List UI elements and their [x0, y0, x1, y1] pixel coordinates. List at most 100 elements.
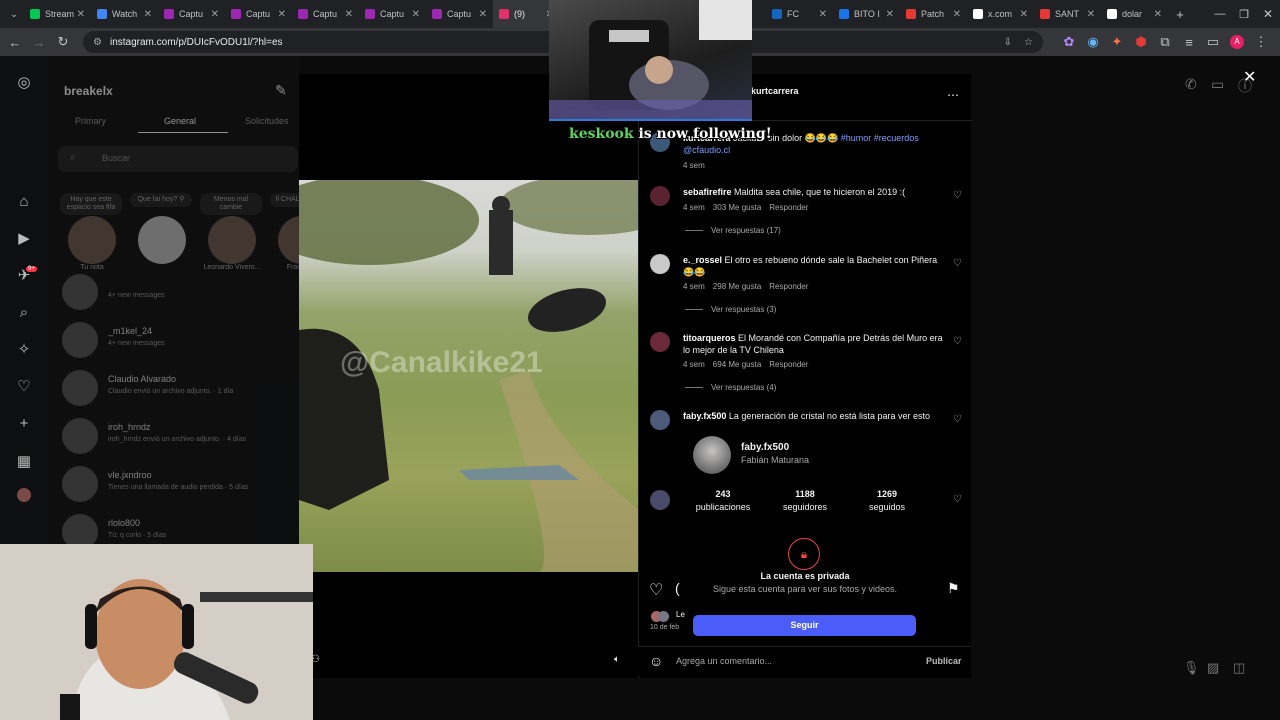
tab-close-icon[interactable]: ✕ [1154, 9, 1162, 20]
emoji-icon[interactable]: ☺ [649, 653, 663, 669]
extension-1-icon[interactable]: ✿ [1057, 30, 1081, 54]
post-author[interactable]: kurtcarrera [751, 86, 799, 96]
home-icon[interactable]: ⌂ [14, 192, 34, 212]
stat-label[interactable]: seguidos [847, 502, 927, 512]
note-avatar[interactable] [208, 216, 256, 264]
notifications-heart-icon[interactable]: ♡ [14, 377, 34, 397]
create-plus-icon[interactable]: + [14, 414, 34, 434]
tab-close-icon[interactable]: ✕ [412, 9, 420, 20]
caption-tags[interactable]: #humor #recuerdos [841, 133, 919, 143]
comment-like-heart-icon[interactable]: ♡ [953, 258, 962, 269]
caption-mention[interactable]: @cfaudio.cl [683, 145, 730, 155]
reload-icon[interactable]: ↻ [51, 30, 75, 54]
mic-icon[interactable]: 🎙︎ [1183, 660, 1200, 676]
note-bubble[interactable]: Hay que este espacio sea fifa [60, 193, 122, 215]
hover-card-avatar[interactable] [693, 436, 731, 474]
comment-user[interactable]: faby.fx500 [683, 411, 726, 421]
tabs-6[interactable]: Captu ✕ [426, 0, 493, 28]
tabs-1[interactable]: Watch ✕ [91, 0, 158, 28]
tab-close-icon[interactable]: ✕ [345, 9, 353, 20]
dm-search-input[interactable]: Buscar [58, 146, 298, 172]
tabs-3[interactable]: Captu ✕ [225, 0, 292, 28]
restore-icon[interactable]: ❐ [1232, 2, 1256, 26]
tabs_right-5[interactable]: dolar ✕ [1101, 0, 1168, 28]
reply-button[interactable]: Responder [769, 360, 808, 369]
tabs-0[interactable]: Stream ✕ [24, 0, 91, 28]
comment-avatar[interactable] [650, 410, 670, 430]
close-post-icon[interactable]: ✕ [1243, 67, 1256, 87]
site-info-icon[interactable]: ⚙ [93, 37, 102, 48]
comment-user[interactable]: sebafirefire [683, 187, 732, 197]
sticker-icon[interactable]: ◫ [1233, 660, 1245, 676]
sidebar-icon[interactable]: ▭ [1201, 30, 1225, 54]
publish-button[interactable]: Publicar [926, 656, 962, 666]
call-icon[interactable]: ✆ [1185, 76, 1197, 93]
hover-card-username[interactable]: faby.fx500 [741, 442, 789, 453]
reply-button[interactable]: Responder [769, 282, 808, 291]
comment-like-heart-icon[interactable]: ♡ [953, 190, 962, 201]
tabs-4[interactable]: Captu ✕ [292, 0, 359, 28]
tabs_right-4[interactable]: SANT ✕ [1034, 0, 1101, 28]
tab-close-icon[interactable]: ✕ [1087, 9, 1095, 20]
mute-icon[interactable]: 🔈︎ [614, 654, 620, 665]
comment-avatar[interactable] [650, 186, 670, 206]
reading-list-icon[interactable]: ≡ [1177, 30, 1201, 54]
compose-icon[interactable]: ✎ [275, 82, 287, 99]
tab-close-icon[interactable]: ✕ [211, 9, 219, 20]
comment-like-heart-icon[interactable]: ♡ [953, 414, 962, 425]
note-avatar[interactable] [138, 216, 186, 264]
close-window-icon[interactable]: ✕ [1256, 2, 1280, 26]
tabs-2[interactable]: Captu ✕ [158, 0, 225, 28]
comment-likes[interactable]: 694 Me gusta [713, 360, 761, 369]
dashboard-icon[interactable]: ▦ [14, 452, 34, 472]
reels-icon[interactable]: ▶ [14, 229, 34, 249]
note-bubble[interactable]: Que fai hoy? ⚲ [130, 193, 192, 207]
tab-close-icon[interactable]: ✕ [1020, 9, 1028, 20]
follow-button[interactable]: Seguir [693, 615, 916, 636]
thread-item[interactable]: _m1kel_24 4+ new messages [62, 318, 292, 362]
video-call-icon[interactable]: ▭ [1211, 76, 1224, 93]
tabs_right-0[interactable]: FC ✕ [766, 0, 833, 28]
install-icon[interactable]: ⇩ [1004, 37, 1012, 48]
view-replies-button[interactable]: Ver respuestas (3) [685, 305, 776, 314]
tab-close-icon[interactable]: ✕ [819, 9, 827, 20]
comment-likes[interactable]: 303 Me gusta [713, 203, 761, 212]
profile-avatar[interactable]: A [1225, 30, 1249, 54]
tab-primary[interactable]: Primary [75, 116, 106, 126]
search-icon[interactable]: ⌕ [14, 303, 34, 323]
note-bubble[interactable]: Menos mal cambie [200, 193, 262, 215]
more-options-icon[interactable]: ⋯ [947, 88, 959, 102]
stat-label[interactable]: publicaciones [683, 502, 763, 512]
liked-by-text[interactable]: Le [676, 610, 685, 619]
tab-close-icon[interactable]: ✕ [278, 9, 286, 20]
comment-avatar[interactable] [650, 254, 670, 274]
bookmark-star-icon[interactable]: ☆ [1024, 37, 1033, 48]
tabs-5[interactable]: Captu ✕ [359, 0, 426, 28]
thread-item[interactable]: iroh_hrndz iroh_hrndz envió un archivo ad… [62, 414, 292, 458]
tabs_right-1[interactable]: BITO I ✕ [833, 0, 900, 28]
tabs_right-2[interactable]: Patch ✕ [900, 0, 967, 28]
new-tab-button[interactable]: + [1168, 2, 1192, 26]
menu-icon[interactable]: ⋮ [1249, 30, 1273, 54]
tab-general[interactable]: General [164, 116, 196, 126]
back-icon[interactable]: ← [3, 30, 27, 54]
tabs_right-3[interactable]: x.com ✕ [967, 0, 1034, 28]
extension-3-icon[interactable]: ✦ [1105, 30, 1129, 54]
tab-close-icon[interactable]: ✕ [886, 9, 894, 20]
dm-username[interactable]: breakelx [64, 84, 113, 98]
image-icon[interactable]: ▨ [1207, 660, 1219, 676]
comment-like-heart-icon[interactable]: ♡ [953, 336, 962, 347]
comment-user[interactable]: e._rossel [683, 255, 722, 265]
tab-close-icon[interactable]: ✕ [144, 9, 152, 20]
comment-bubble-icon[interactable]: ( [675, 580, 680, 596]
comment-likes[interactable]: 298 Me gusta [713, 282, 761, 291]
instagram-logo-icon[interactable]: ◎ [14, 73, 34, 93]
tab-close-icon[interactable]: ✕ [479, 9, 487, 20]
extensions-puzzle-icon[interactable]: ⧉ [1153, 30, 1177, 54]
thread-item[interactable]: Claudio Alvarado Claudio envió un archivo… [62, 366, 292, 410]
tab-requests[interactable]: Solicitudes [245, 116, 289, 126]
like-heart-icon[interactable]: ♡ [649, 580, 663, 600]
tab-close-icon[interactable]: ✕ [953, 9, 961, 20]
comment-input[interactable]: Agrega un comentario... [676, 656, 772, 666]
view-replies-button[interactable]: Ver respuestas (4) [685, 383, 776, 392]
